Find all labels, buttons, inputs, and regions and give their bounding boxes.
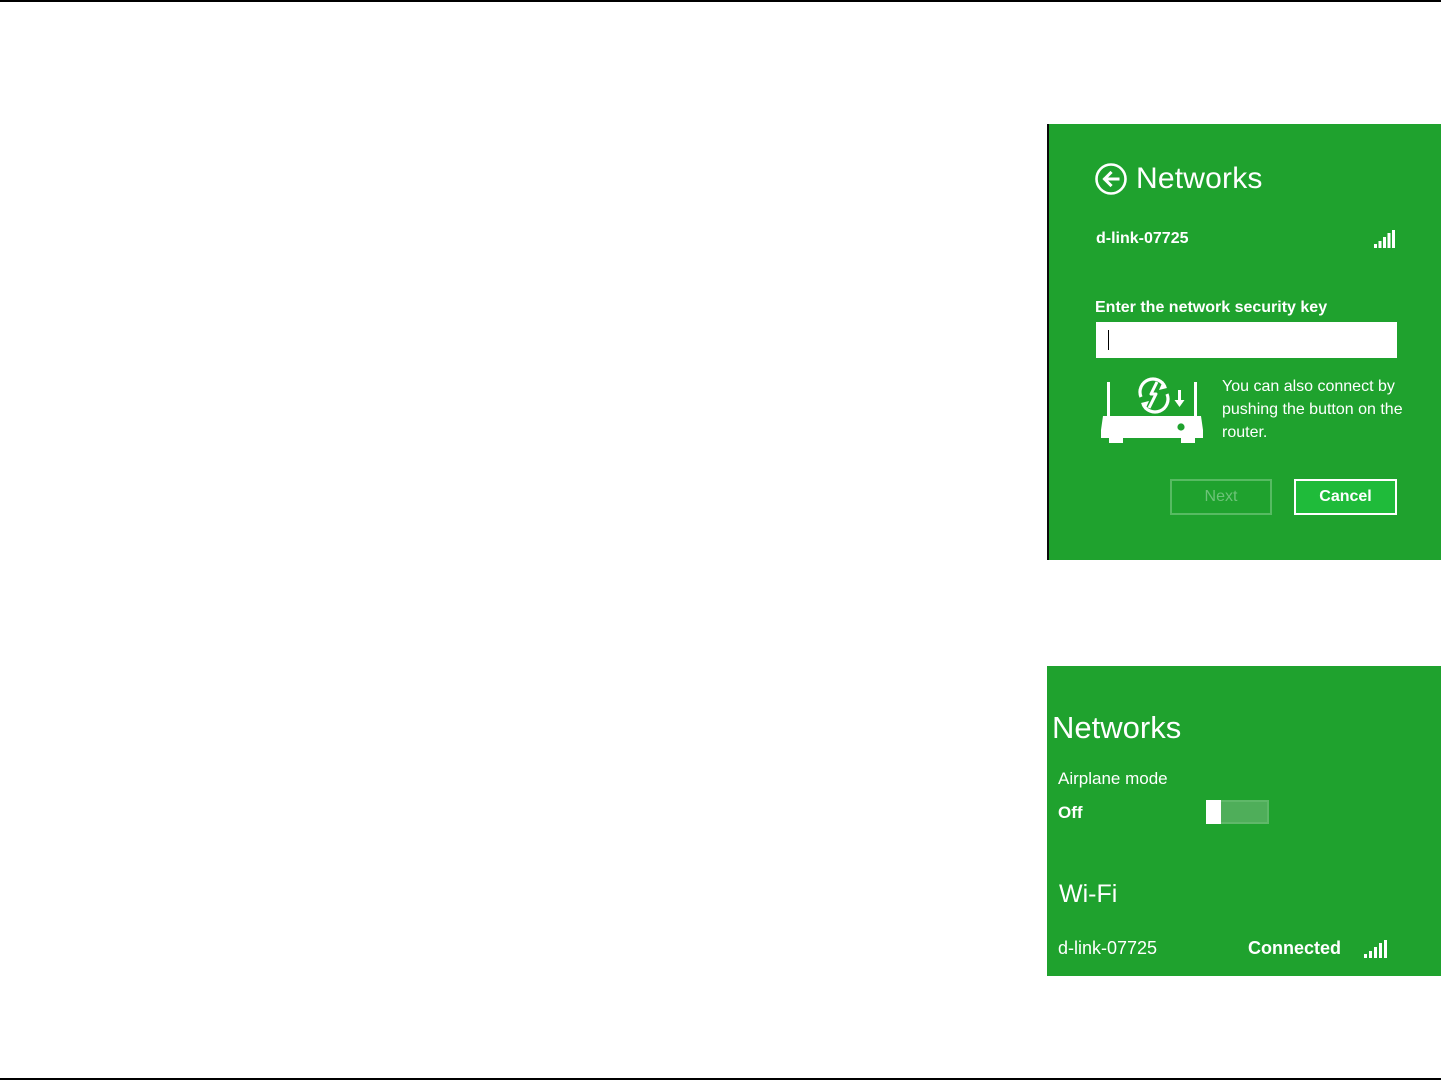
wifi-signal-icon (1364, 940, 1387, 958)
security-key-input[interactable] (1096, 322, 1397, 358)
bottom-rule (0, 1078, 1441, 1080)
wps-hint-text: You can also connect by pushing the butt… (1222, 378, 1403, 441)
router-wps-icon (1101, 377, 1203, 443)
network-list-item[interactable]: d-link-07725 Connected (1047, 936, 1441, 962)
toggle-thumb (1206, 800, 1221, 824)
text-caret (1108, 330, 1109, 350)
wifi-heading: Wi-Fi (1059, 880, 1118, 908)
security-key-label: Enter the network security key (1095, 299, 1328, 316)
airplane-mode-label: Airplane mode (1058, 769, 1168, 788)
networks-title: Networks (1052, 710, 1182, 745)
airplane-mode-state: Off (1058, 803, 1083, 822)
back-arrow-icon[interactable] (1095, 163, 1127, 195)
network-name: d-link-07725 (1058, 938, 1158, 958)
panel-title: Networks (1136, 162, 1263, 195)
airplane-mode-toggle[interactable] (1206, 800, 1269, 824)
next-button[interactable]: Next (1170, 479, 1272, 515)
panel-header: Networks (1095, 162, 1263, 196)
connection-status: Connected (1248, 938, 1342, 958)
cancel-button[interactable]: Cancel (1294, 479, 1397, 515)
wifi-signal-icon (1374, 230, 1395, 248)
security-key-panel: Networks d-link-07725 Enter the network … (1047, 124, 1441, 560)
top-rule (0, 0, 1441, 2)
network-name: d-link-07725 (1096, 230, 1189, 247)
networks-panel: Networks Airplane mode Off Wi-Fi d-link-… (1047, 666, 1441, 976)
